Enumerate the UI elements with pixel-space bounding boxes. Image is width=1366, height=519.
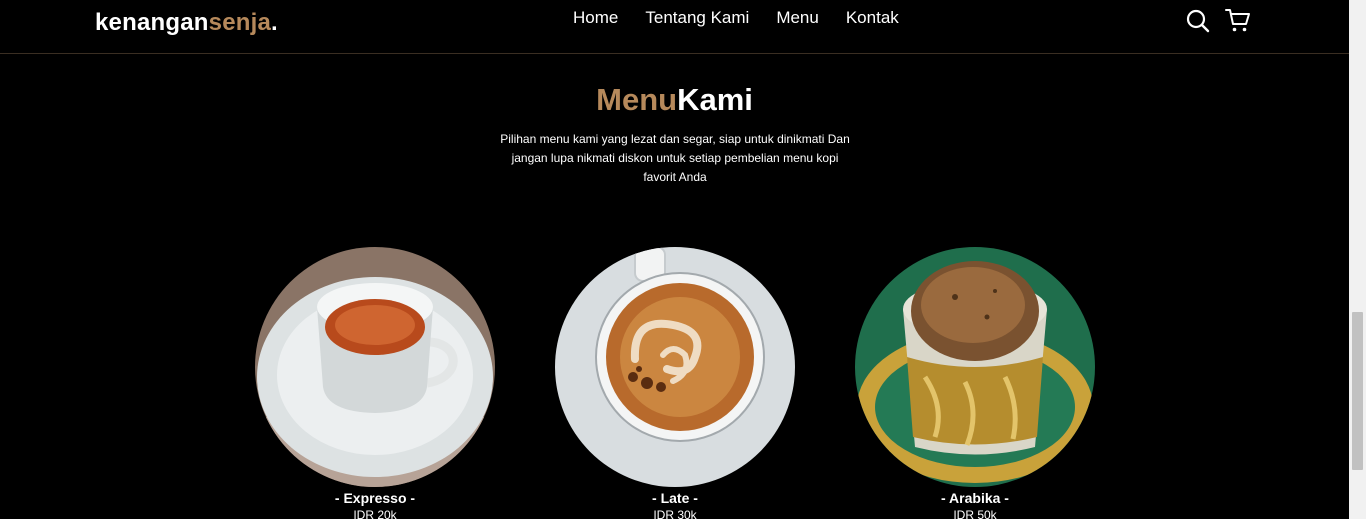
menu-item-price: IDR 50k [953, 508, 997, 519]
logo-accent: senja [208, 9, 272, 36]
late-image [555, 247, 795, 487]
section-title-main: Kami [677, 82, 753, 117]
menu-card-expresso[interactable]: - Expresso - IDR 20k [255, 247, 495, 519]
menu-item-price: IDR 20k [353, 508, 397, 519]
logo-main: kenangan [95, 9, 209, 36]
logo-dot: . [271, 9, 278, 36]
menu-item-name: - Arabika - [941, 490, 1009, 506]
menu-item-name: - Expresso - [334, 490, 416, 506]
search-icon[interactable] [1185, 8, 1211, 34]
nav-links: Home Tentang Kami Menu Kontak [573, 8, 899, 28]
menu-item-price: IDR 30k [653, 508, 697, 519]
cart-icon[interactable] [1225, 8, 1251, 34]
section-description: Pilihan menu kami yang lezat dan segar, … [500, 132, 850, 184]
expresso-image [255, 247, 495, 487]
menu-item-name: - Late - [652, 490, 698, 506]
menu-card-arabika[interactable]: - Arabika - IDR 50k [855, 247, 1095, 519]
scrollbar-thumb[interactable] [1352, 312, 1363, 470]
section-title: MenuKami [0, 82, 1349, 118]
nav-link-about[interactable]: Tentang Kami [645, 8, 749, 28]
navbar: kenangansenja. Home Tentang Kami Menu Ko… [0, 0, 1349, 54]
nav-icons [1185, 8, 1251, 34]
section-title-accent: Menu [596, 82, 678, 117]
site-logo[interactable]: kenangansenja. [95, 9, 278, 37]
menu-card-late[interactable]: - Late - IDR 30k [555, 247, 795, 519]
arabika-image [855, 247, 1095, 487]
nav-link-contact[interactable]: Kontak [846, 8, 899, 28]
nav-link-home[interactable]: Home [573, 8, 618, 28]
nav-link-menu[interactable]: Menu [776, 8, 819, 28]
page-scrollbar[interactable] [1349, 0, 1366, 519]
